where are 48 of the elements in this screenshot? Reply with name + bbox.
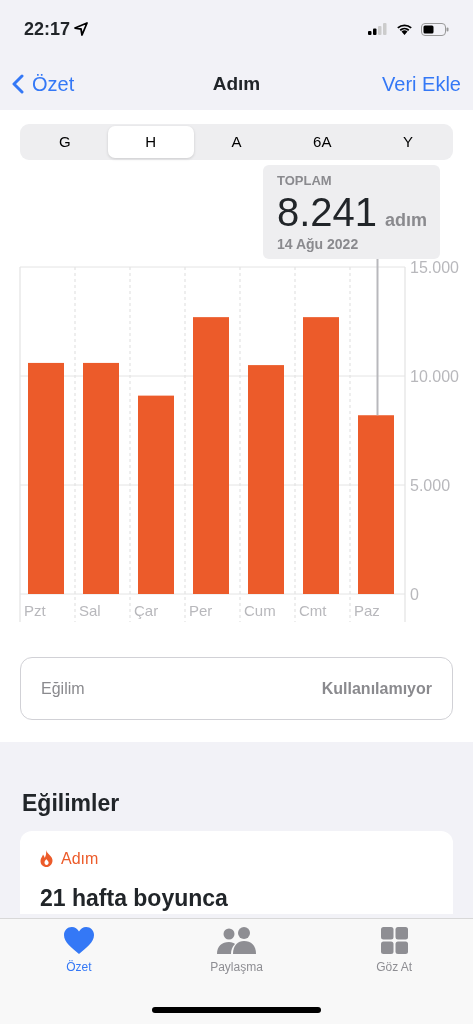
segment-tab[interactable]: G [22, 126, 108, 158]
bar[interactable] [303, 317, 339, 594]
grid-icon [380, 927, 408, 954]
section-heading: Eğilimler [22, 789, 121, 818]
trend-label: Eğilim [41, 678, 85, 699]
bar[interactable] [138, 395, 174, 594]
summary-label: TOPLAM [277, 172, 333, 190]
add-data-button[interactable]: Veri Ekle [382, 69, 461, 99]
segment-tab[interactable]: 6A [279, 126, 366, 158]
chevron-left-icon [12, 74, 24, 94]
trend-row[interactable]: Eğilim Kullanılamıyor [20, 657, 453, 720]
axis-label: 10.000 [410, 368, 459, 385]
heart-icon [63, 927, 94, 954]
segment-tab[interactable]: Y [365, 126, 451, 158]
axis-label: Çar [134, 602, 159, 619]
unit-label: adım [385, 208, 428, 232]
axis-label: Pzt [24, 602, 46, 619]
bar[interactable] [248, 365, 284, 594]
battery-icon [421, 22, 449, 36]
axis-label: 15.000 [410, 259, 459, 276]
wifi-icon [396, 23, 413, 35]
axis-label: Paz [354, 602, 380, 619]
date-label: 14 Ağu 2022 [277, 234, 360, 254]
trend-headline: 21 hafta boyunca [40, 884, 229, 913]
axis-label: Per [189, 602, 213, 619]
location-icon [74, 22, 89, 36]
flame-icon [40, 850, 53, 867]
axis-label: Cum [244, 602, 276, 619]
bar[interactable] [358, 415, 394, 594]
signal-icon [368, 23, 388, 35]
total-value: 8.241 [277, 190, 378, 233]
trend-value: Kullanılamıyor [321, 678, 432, 699]
bar[interactable] [28, 362, 64, 594]
trend-card[interactable]: Adım 21 hafta boyunca [20, 830, 453, 915]
category-label: Adım [61, 848, 99, 869]
page-title: Adım [212, 71, 261, 96]
axis-label: Sal [79, 602, 101, 619]
bar[interactable] [83, 362, 119, 594]
clock: 22:17 [24, 17, 71, 41]
bar[interactable] [193, 317, 229, 594]
axis-label: 0 [410, 586, 419, 603]
axis-label: 5.000 [410, 477, 451, 494]
people-icon [216, 927, 257, 954]
axis-label: Cmt [299, 602, 327, 619]
segment-tab[interactable]: A [193, 126, 280, 158]
back-button[interactable]: Özet [12, 69, 75, 99]
tab-bar-item[interactable]: Özet [0, 919, 158, 1024]
segment-tab[interactable]: H [107, 126, 194, 158]
